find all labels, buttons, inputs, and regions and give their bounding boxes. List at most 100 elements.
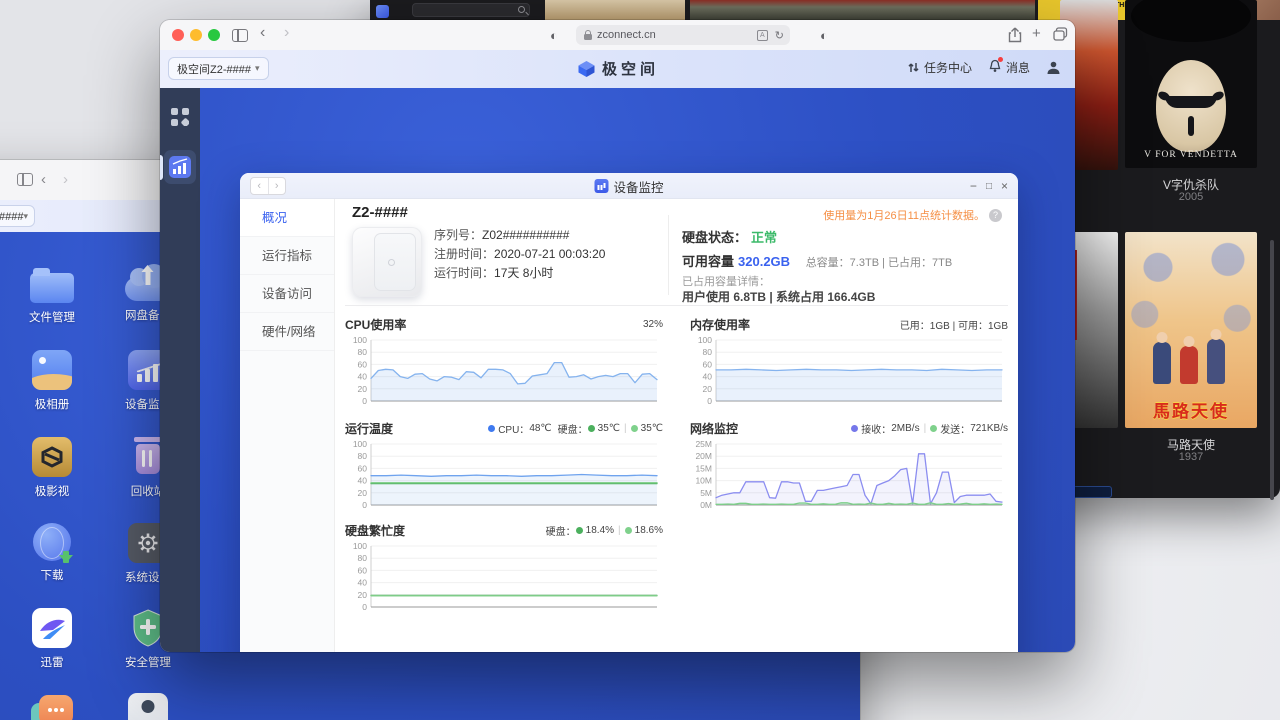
reload-icon[interactable]: ↻: [775, 29, 784, 42]
device-monitor-icon: [594, 179, 608, 193]
cpu-usage-plot: 100806040200: [345, 335, 663, 409]
desktop-app-account[interactable]: [116, 693, 180, 720]
page-settings-icon[interactable]: ◐: [820, 28, 828, 43]
download-globe-icon: [33, 523, 71, 561]
tab-overview-icon[interactable]: [1053, 27, 1068, 41]
browser-tab[interactable]: 极空间Z2-#### ▾: [0, 205, 35, 227]
sidebar-toggle-icon[interactable]: [17, 173, 33, 186]
desktop-app-thunder[interactable]: 迅雷: [20, 608, 84, 670]
back-icon[interactable]: ‹: [260, 24, 265, 42]
poster-title-text: 馬路天使: [1125, 397, 1257, 422]
message-bubble-icon: [31, 693, 73, 720]
svg-text:0: 0: [362, 602, 367, 612]
menu-item-hardware[interactable]: 硬件/网络: [240, 313, 334, 351]
send-dot-icon: [930, 425, 937, 432]
svg-text:60: 60: [358, 463, 368, 473]
poster-street-angel[interactable]: 馬路天使: [1125, 232, 1257, 428]
svg-text:100: 100: [353, 335, 367, 345]
desktop-app-photos[interactable]: 极相册: [20, 350, 84, 412]
tab-title: 极空间Z2-####: [0, 208, 23, 224]
desktop-app-messages[interactable]: [20, 693, 84, 720]
sidebar-item-device-monitor[interactable]: [164, 150, 196, 184]
device-overview: Z2-#### 序列号：Z02########## 注册时间：2020-07-2…: [335, 199, 1018, 306]
menu-item-access[interactable]: 设备访问: [240, 275, 334, 313]
close-window-button[interactable]: [172, 29, 184, 41]
network-plot: 25M20M15M10M5M0M: [690, 439, 1008, 513]
dialog-close-button[interactable]: ×: [1001, 179, 1008, 193]
folder-icon: [30, 273, 74, 303]
chevron-down-icon: ▾: [23, 211, 28, 222]
app-label: 极影视: [35, 483, 70, 499]
back-icon[interactable]: ‹: [41, 172, 46, 188]
transfer-arrows-icon: [907, 61, 920, 74]
dialog-maximize-button[interactable]: □: [986, 181, 992, 192]
disk1-busy-dot-icon: [576, 527, 583, 534]
svg-text:40: 40: [358, 578, 368, 588]
launcher-grid-icon[interactable]: [171, 108, 189, 131]
browser-window: ‹ › ◐ zconnect.cn A ↻ ◐ +: [160, 20, 1075, 652]
help-icon[interactable]: ?: [989, 209, 1002, 222]
site-header: 极空间Z2-#### ▾ 极空间 任务中心: [160, 50, 1075, 88]
dialog-window-controls: − □ ×: [970, 173, 1008, 199]
network-monitor-chart: 网络监控 接收：2MB/s | 发送：721KB/s 25M20M15M10M5…: [690, 420, 1008, 516]
dialog-back-button[interactable]: ‹: [251, 178, 268, 194]
dialog-forward-button[interactable]: ›: [268, 178, 286, 194]
chart-title: 运行温度: [345, 420, 393, 437]
chart-title: 硬盘繁忙度: [345, 522, 405, 539]
new-tab-icon[interactable]: +: [1032, 25, 1041, 42]
movie-year: 1937: [1125, 451, 1257, 463]
sidebar-toggle-icon[interactable]: [232, 29, 248, 42]
app-label: 文件管理: [29, 309, 75, 325]
poster-strip-war[interactable]: [690, 0, 1035, 20]
dialog-nav: ‹ ›: [250, 177, 286, 195]
desktop-app-file-manager[interactable]: 文件管理: [20, 265, 84, 325]
scrollbar[interactable]: [1270, 240, 1274, 500]
dialog-minimize-button[interactable]: −: [970, 179, 977, 193]
movie-search-input[interactable]: [412, 3, 530, 17]
share-icon[interactable]: [1008, 27, 1022, 43]
poster-strip-commandments[interactable]: [545, 0, 685, 20]
svg-text:60: 60: [358, 565, 368, 575]
svg-text:80: 80: [358, 451, 368, 461]
app-logo-icon: [376, 5, 389, 18]
notification-badge: [998, 57, 1003, 62]
usage-detail: 用户使用 6.8TB | 系统占用 166.4GB: [682, 288, 875, 305]
chart-title: 网络监控: [690, 420, 738, 437]
svg-text:20: 20: [703, 384, 713, 394]
device-uptime: 运行时间：17天 8小时: [434, 264, 605, 283]
poster-v-for-vendetta[interactable]: V FOR VENDETTA: [1125, 0, 1257, 168]
device-name: Z2-####: [352, 204, 408, 221]
svg-text:25M: 25M: [695, 439, 712, 449]
svg-text:80: 80: [358, 347, 368, 357]
device-registered: 注册时间：2020-07-21 00:03:20: [434, 245, 605, 264]
url-text: zconnect.cn: [597, 29, 656, 41]
task-center-button[interactable]: 任务中心: [907, 59, 972, 76]
desktop-app-downloads[interactable]: 下载: [20, 523, 84, 583]
privacy-shield-icon[interactable]: ◐: [550, 28, 558, 43]
svg-text:0: 0: [362, 396, 367, 406]
menu-item-metrics[interactable]: 运行指标: [240, 237, 334, 275]
status-badge: 正常: [751, 230, 777, 245]
minimize-window-button[interactable]: [190, 29, 202, 41]
memory-usage-plot: 100806040200: [690, 335, 1008, 409]
browser-tab[interactable]: 极空间Z2-#### ▾: [168, 57, 269, 80]
app-sidebar: [160, 88, 200, 652]
url-bar[interactable]: zconnect.cn A ↻: [576, 25, 790, 45]
charts-area: CPU使用率 32% 100806040200 内存使用率 已用：1GB | 可…: [335, 306, 1018, 652]
cpu-temp-dot-icon: [488, 425, 495, 432]
vendetta-goatee: [1188, 116, 1194, 136]
disk-busy-chart: 硬盘繁忙度 硬盘： 18.4% | 18.6% 100806040200: [345, 522, 663, 618]
messages-button[interactable]: 消息: [988, 59, 1030, 76]
desktop-app-movies[interactable]: 极影视: [20, 437, 84, 499]
forward-icon[interactable]: ›: [284, 24, 289, 42]
dialog-titlebar: ‹ › 设备监控 − □ ×: [240, 173, 1018, 199]
cpu-temp-value: 48℃: [529, 423, 551, 434]
screen: FOR THE V FOR VENDETTA V字仇杀队 2005 馬路天使 马…: [0, 0, 1280, 720]
menu-item-overview[interactable]: 概况: [240, 199, 334, 237]
svg-text:20: 20: [358, 590, 368, 600]
poster-title-text: V FOR VENDETTA: [1125, 150, 1257, 160]
user-icon[interactable]: [1046, 60, 1061, 75]
zoom-window-button[interactable]: [208, 29, 220, 41]
translate-icon[interactable]: A: [757, 30, 768, 41]
forward-icon[interactable]: ›: [63, 172, 68, 188]
